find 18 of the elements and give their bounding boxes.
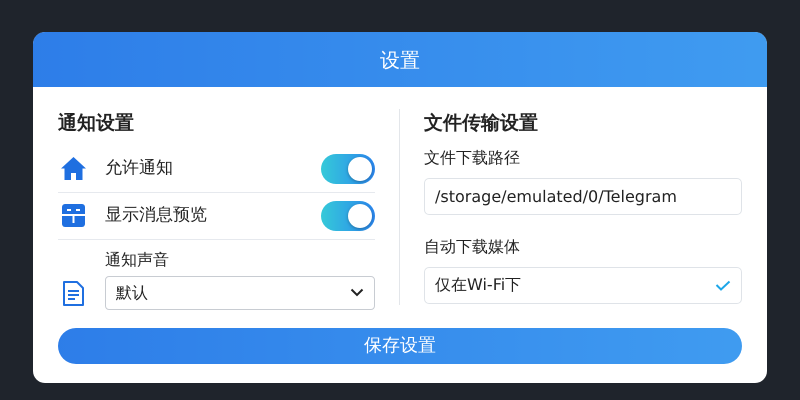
section-heading: 通知设置 xyxy=(58,111,135,136)
chevron-down-icon xyxy=(350,288,364,297)
setting-label: 允许通知 xyxy=(105,156,174,180)
toggle-switch[interactable] xyxy=(321,200,375,230)
home-icon xyxy=(60,155,87,182)
field-label: 自动下载媒体 xyxy=(424,236,521,258)
setting-label: 显示消息预览 xyxy=(105,204,208,227)
media-select[interactable]: 仅在Wi-Fi下 xyxy=(424,266,742,304)
dialog-title: 设置 xyxy=(380,46,420,74)
section-heading: 文件传输设置 xyxy=(424,111,539,136)
field-label: 文件下载路径 xyxy=(424,146,521,168)
field-label: 通知声音 xyxy=(105,248,170,270)
panel-icon xyxy=(60,202,87,229)
sound-select[interactable]: 默认 xyxy=(105,276,375,310)
toggle-switch[interactable] xyxy=(321,154,375,184)
document-icon xyxy=(60,280,87,306)
check-icon xyxy=(715,280,731,290)
path-input[interactable]: /storage/emulated/0/Telegram xyxy=(424,178,742,214)
